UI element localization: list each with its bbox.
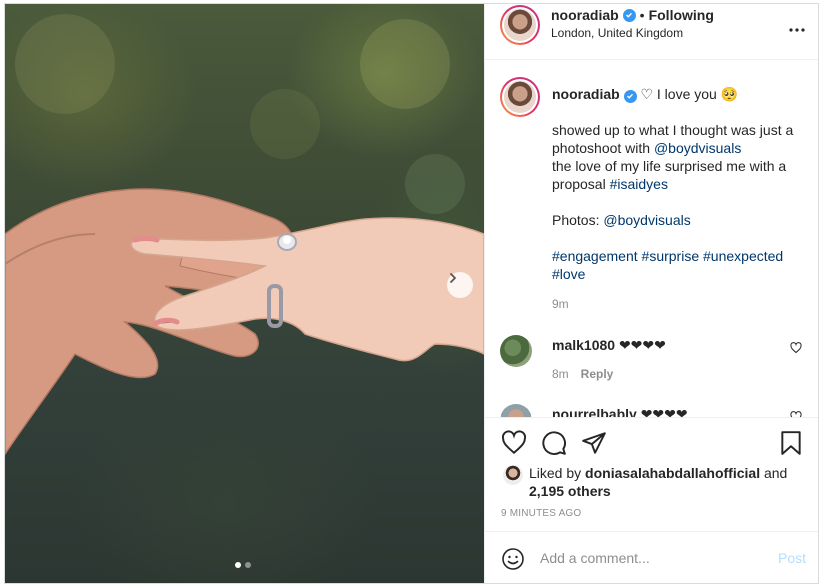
post-location[interactable]: London, United Kingdom [551,26,683,40]
post-side-panel: nooradiab • Following London, United Kin… [484,4,818,583]
comment-text: nourrelbably ❤❤❤❤ [552,406,688,417]
heart-outline-icon [501,430,527,455]
comment-body: ❤❤❤❤ [640,406,688,417]
post-dialog: nooradiab • Following London, United Kin… [4,3,819,584]
proposal-photo-illustration [5,14,484,456]
comment-button[interactable] [541,430,567,461]
likes-others-link[interactable]: 2,195 others [529,483,611,499]
following-button[interactable]: Following [649,7,714,23]
caption-heading: ♡ I love you 🥺 [640,86,739,102]
photos-label: Photos: [552,212,604,228]
bookmark-icon [781,431,801,455]
liker-username[interactable]: doniasalahabdallahofficial [585,465,760,481]
author-username[interactable]: nooradiab [551,7,619,23]
mention-link[interactable]: @boydvisuals [654,140,741,156]
caption-avatar[interactable] [500,77,540,117]
emoji-button[interactable] [501,547,525,576]
hashtag-link[interactable]: #isaidyes [610,176,668,192]
author-avatar[interactable] [500,5,540,45]
likes-connector: and [760,465,788,481]
commenter-username[interactable]: malk1080 [552,337,615,353]
likes-summary: Liked by doniasalahabdallahofficial and … [503,464,787,500]
comment-time[interactable]: 8m [552,367,569,381]
comment-like-button[interactable] [790,341,802,359]
comment-like-button[interactable] [790,410,802,417]
caption-username[interactable]: nooradiab [552,86,620,102]
post-photo[interactable] [5,4,484,583]
verified-badge-icon [623,89,637,103]
like-button[interactable] [501,430,527,461]
carousel-dot [245,562,251,568]
more-horizontal-icon [789,28,805,32]
caption-timestamp[interactable]: 9m [552,297,569,311]
post-timestamp[interactable]: 9 MINUTES AGO [501,508,581,519]
share-button[interactable] [581,430,607,461]
author-line: nooradiab • Following [551,7,714,23]
hashtag-link[interactable]: #engagement [552,248,638,264]
commenter-avatar[interactable] [500,404,532,417]
hashtag-link[interactable]: #surprise [642,248,700,264]
comments-section[interactable]: nooradiab ♡ I love you 🥺 showed up to wh… [485,61,818,417]
carousel-indicator [235,562,251,568]
reply-button[interactable]: Reply [581,367,614,381]
mention-link[interactable]: @boydvisuals [603,212,690,228]
likes-prefix: Liked by [529,465,586,481]
comment-meta: 8m Reply [552,367,613,381]
liker-avatar[interactable] [503,465,523,485]
chevron-right-icon [450,273,456,283]
comment-bubble-icon [542,431,566,455]
comment-input[interactable] [540,547,760,569]
hashtag-link[interactable]: #love [552,266,585,282]
post-header: nooradiab • Following London, United Kin… [485,4,818,60]
carousel-dot-active [235,562,241,568]
paper-plane-icon [582,432,606,454]
caption-text: nooradiab ♡ I love you 🥺 showed up to wh… [552,85,807,301]
caption-line2: the love of my life surprised me with a … [552,158,787,192]
hashtag-link[interactable]: #unexpected [703,248,783,264]
post-actions: Liked by doniasalahabdallahofficial and … [485,417,818,531]
separator-dot: • [639,7,645,23]
comment-text: malk1080 ❤❤❤❤ [552,337,666,354]
post-comment-button[interactable]: Post [778,550,806,566]
commenter-username[interactable]: nourrelbably [552,406,637,417]
commenter-avatar[interactable] [500,335,532,367]
next-photo-button[interactable] [447,272,473,298]
save-button[interactable] [779,430,803,461]
likes-text: Liked by doniasalahabdallahofficial and … [529,464,787,500]
heart-outline-icon [790,342,802,354]
more-options-button[interactable] [789,16,805,37]
smiley-icon [502,548,524,570]
add-comment-bar: Post [485,531,818,583]
comment-body: ❤❤❤❤ [618,337,666,353]
verified-badge-icon [622,8,636,22]
